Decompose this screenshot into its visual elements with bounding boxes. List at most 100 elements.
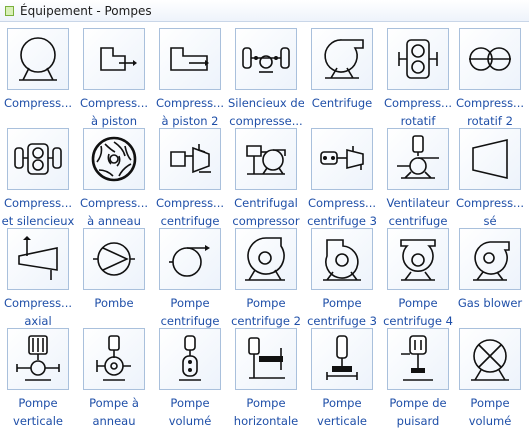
shape-label: Pompe verticale [0, 394, 76, 430]
ring-compressor-icon[interactable] [83, 128, 145, 190]
shape-label-line1: Ventilateur [386, 196, 450, 210]
shape-label: Compress... et silencieux [0, 194, 76, 230]
shape-label-line2: anneau [92, 414, 136, 428]
shape-label: Pompe centrifuge 3 [304, 294, 380, 330]
shape-item[interactable]: Compress... centrifuge [152, 128, 228, 230]
shape-label-line1: Compress... [3, 96, 73, 110]
shape-item[interactable]: Pompe centrifuge 4 [380, 228, 456, 330]
shape-label: Silencieux de compresse... [228, 94, 304, 130]
shape-label-line1: Pompe [246, 396, 286, 410]
shape-label: Gas blower [452, 294, 528, 312]
shape-item[interactable]: Compress... et silencieux [0, 128, 76, 230]
centrifugal-pump-2-icon[interactable] [235, 228, 297, 290]
centrifugal-pump-4-icon[interactable] [387, 228, 449, 290]
shape-label-line1: Compress... [3, 296, 73, 310]
shape-item[interactable]: Centrifugal compressor [228, 128, 304, 230]
shape-label-line1: Centrifugal [234, 196, 298, 210]
shape-label-line1: Pompe [170, 396, 210, 410]
shape-item[interactable]: Pompe volumé [452, 328, 528, 430]
shape-item[interactable]: Compress... à piston [76, 28, 152, 130]
shape-label-line1: Compress... [383, 96, 453, 110]
shape-item[interactable]: Compress... rotatif [380, 28, 456, 130]
shape-item[interactable]: Pompe verticale [0, 328, 76, 430]
rotary-compressor-2-icon[interactable] [459, 28, 521, 90]
shape-label-line2: verticale [13, 414, 63, 428]
shape-item[interactable]: Pompe de puisard [380, 328, 456, 430]
shape-label: Pompe volumé [152, 394, 228, 430]
shape-item[interactable]: Compress... centrifuge 3 [304, 128, 380, 230]
shape-label: Compress... rotatif 2 [452, 94, 528, 130]
shape-label: Compress... à anneau [76, 194, 152, 230]
shape-label: Compress... centrifuge 3 [304, 194, 380, 230]
shape-label-line1: Compress... [3, 196, 73, 210]
shape-item[interactable]: Compress... à piston 2 [152, 28, 228, 130]
shape-item[interactable]: Centrifuge [304, 28, 380, 130]
shape-item[interactable]: Pompe centrifuge 3 [304, 228, 380, 330]
library-header[interactable]: Équipement - Pompes [0, 0, 529, 22]
shape-label-line1: Pompe [322, 296, 362, 310]
shape-label-line1: Pompe [322, 396, 362, 410]
rotary-compressor-icon[interactable] [387, 28, 449, 90]
shape-label: Ventilateur centrifuge [380, 194, 456, 230]
compressor-alt-icon[interactable] [459, 128, 521, 190]
shape-item[interactable]: Compress... axial [0, 228, 76, 330]
shape-item[interactable]: Pompe verticale [304, 328, 380, 430]
centrifugal-compressor-alt-icon[interactable] [235, 128, 297, 190]
shape-label-line1: Pompe [246, 296, 286, 310]
shape-item[interactable]: Pombe [76, 228, 152, 330]
shape-label-line1: Pombe [94, 296, 134, 310]
shape-item[interactable]: Pompe centrifuge 2 [228, 228, 304, 330]
centrifugal-compressor-icon[interactable] [159, 128, 221, 190]
centrifugal-pump-icon[interactable] [159, 228, 221, 290]
horizontal-pump-icon[interactable] [235, 328, 297, 390]
compressor-with-silencers-icon[interactable] [7, 128, 69, 190]
pump-icon[interactable] [83, 228, 145, 290]
shape-label: Pompe à anneau [76, 394, 152, 430]
shape-item[interactable]: Compress... rotatif 2 [452, 28, 528, 130]
shape-item[interactable]: Pompe volumé [152, 328, 228, 430]
piston-compressor-2-icon[interactable] [159, 28, 221, 90]
shape-label-line2: volumé [168, 414, 212, 428]
shape-label-line1: Compress... [455, 96, 525, 110]
shape-label: Compress... à piston 2 [152, 94, 228, 130]
gas-blower-icon[interactable] [459, 228, 521, 290]
shape-label: Pombe [76, 294, 152, 312]
shape-label: Pompe de puisard [380, 394, 456, 430]
centrifugal-pump-3-icon[interactable] [311, 228, 373, 290]
shape-item[interactable]: Pompe à anneau [76, 328, 152, 430]
vertical-pump-2-icon[interactable] [311, 328, 373, 390]
shape-item[interactable]: Pompe horizontale [228, 328, 304, 430]
shape-label-line1: Pompe [470, 396, 510, 410]
sump-pump-icon[interactable] [387, 328, 449, 390]
vertical-pump-icon[interactable] [7, 328, 69, 390]
shape-item[interactable]: Pompe centrifuge [152, 228, 228, 330]
library-icon [5, 5, 14, 16]
axial-compressor-icon[interactable] [7, 228, 69, 290]
compressor-silencer-icon[interactable] [235, 28, 297, 90]
shape-item[interactable]: Compress... sé [452, 128, 528, 230]
shape-label: Pompe centrifuge 4 [380, 294, 456, 330]
shape-label-line1: Pompe à [89, 396, 139, 410]
piston-compressor-icon[interactable] [83, 28, 145, 90]
shape-item[interactable]: Compress... à anneau [76, 128, 152, 230]
shape-item[interactable]: Silencieux de compresse... [228, 28, 304, 130]
ring-pump-icon[interactable] [83, 328, 145, 390]
volumetric-pump-icon[interactable] [159, 328, 221, 390]
shape-label: Centrifuge [304, 94, 380, 112]
centrifugal-fan-icon[interactable] [387, 128, 449, 190]
shape-label-line1: Pompe [398, 296, 438, 310]
shape-label: Pompe centrifuge 2 [228, 294, 304, 330]
centrifugal-compressor-3-icon[interactable] [311, 128, 373, 190]
shape-item[interactable]: Compress... [0, 28, 76, 130]
centrifugal-icon[interactable] [311, 28, 373, 90]
shape-item[interactable]: Gas blower [452, 228, 528, 330]
shape-label: Centrifugal compressor [228, 194, 304, 230]
shape-item[interactable]: Ventilateur centrifuge [380, 128, 456, 230]
compressor-icon[interactable] [7, 28, 69, 90]
volumetric-pump-2-icon[interactable] [459, 328, 521, 390]
shape-grid: Compress... Compress... à piston Compress..… [0, 22, 529, 430]
shape-label: Compress... [0, 94, 76, 112]
shape-label-line2: volumé [468, 414, 512, 428]
library-title: Équipement - Pompes [20, 3, 152, 18]
shape-label: Compress... à piston [76, 94, 152, 130]
